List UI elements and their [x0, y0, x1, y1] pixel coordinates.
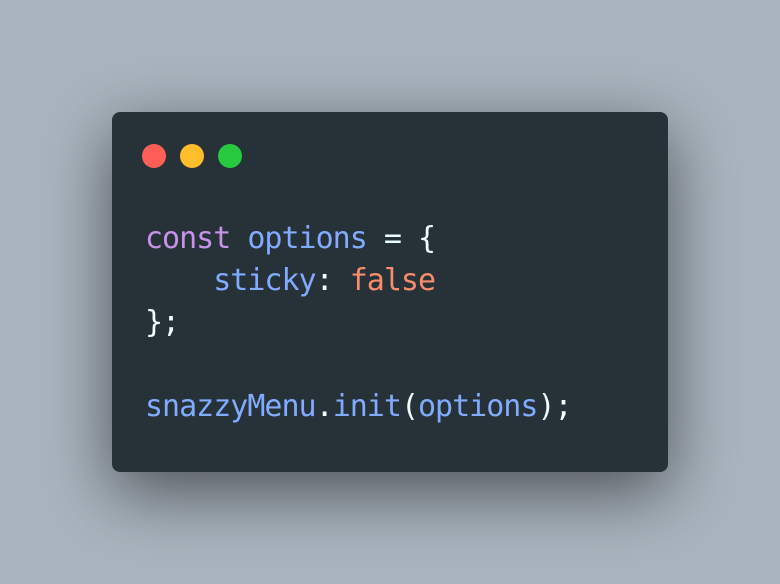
- close-dot-icon[interactable]: [142, 144, 166, 168]
- method-init: init: [332, 389, 402, 424]
- assignment-open-brace: = {: [366, 221, 436, 256]
- dot-operator: .: [315, 389, 334, 424]
- property-sticky: sticky: [213, 263, 316, 298]
- open-paren: (: [400, 389, 419, 424]
- variable-options: options: [247, 221, 367, 256]
- code-line-1: const options = {: [145, 218, 572, 260]
- argument-options: options: [418, 389, 538, 424]
- colon: :: [315, 263, 350, 298]
- object-snazzyMenu: snazzyMenu: [145, 389, 317, 424]
- boolean-false: false: [349, 263, 436, 298]
- code-block: const options = { sticky: false}; snazzyM…: [145, 218, 573, 428]
- code-line-3: };: [145, 302, 572, 344]
- close-brace: };: [145, 305, 180, 340]
- close-paren-semicolon: );: [537, 389, 572, 424]
- code-line-2: sticky: false: [145, 260, 572, 302]
- keyword-const: const: [145, 221, 231, 256]
- minimize-dot-icon[interactable]: [180, 144, 204, 168]
- window-controls: [142, 144, 242, 168]
- maximize-dot-icon[interactable]: [218, 144, 242, 168]
- code-window: const options = { sticky: false}; snazzyM…: [112, 112, 668, 472]
- code-line-5: snazzyMenu.init(options);: [145, 386, 573, 428]
